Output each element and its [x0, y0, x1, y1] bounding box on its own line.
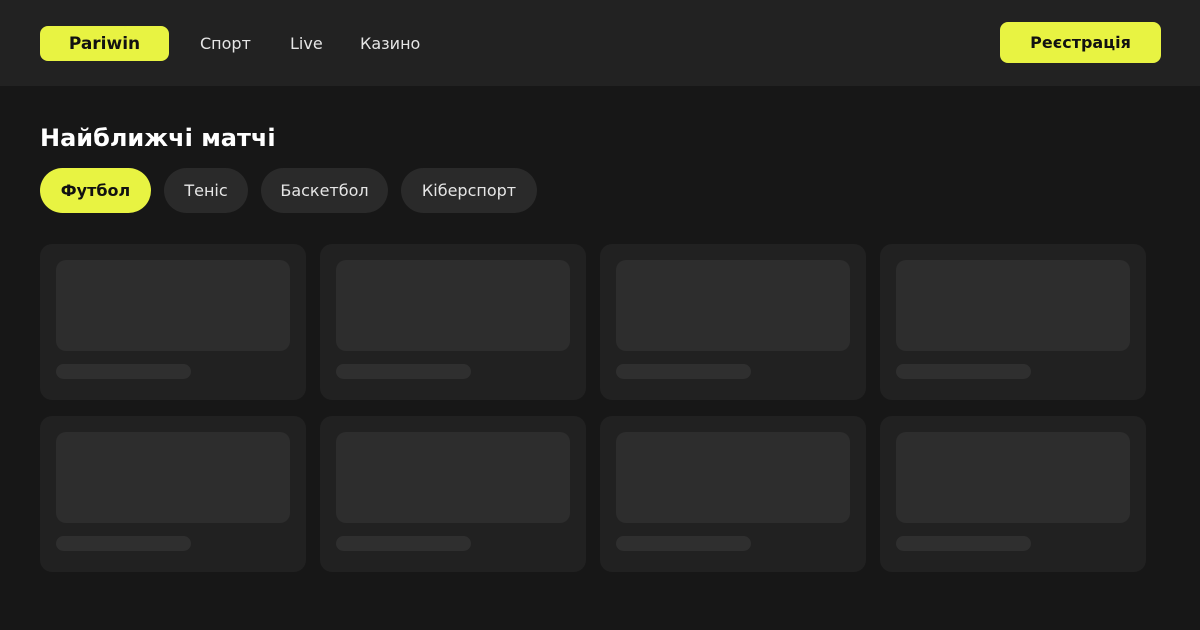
skeleton-text-line [336, 536, 471, 551]
top-header: Pariwin Спорт Live Казино Реєстрація [0, 0, 1200, 86]
match-card-skeleton [600, 244, 866, 400]
skeleton-text-line [616, 364, 751, 379]
skeleton-thumbnail [616, 260, 850, 351]
skeleton-text-line [336, 364, 471, 379]
skeleton-thumbnail [616, 432, 850, 523]
skeleton-thumbnail [896, 432, 1130, 523]
tab-esports[interactable]: Кіберспорт [401, 168, 537, 213]
tab-basketball[interactable]: Баскетбол [261, 168, 388, 213]
tab-tennis[interactable]: Теніс [164, 168, 248, 213]
skeleton-thumbnail [896, 260, 1130, 351]
match-card-skeleton [40, 416, 306, 572]
skeleton-text-line [896, 536, 1031, 551]
match-card-skeleton [40, 244, 306, 400]
section-title: Найближчі матчі [40, 124, 276, 152]
skeleton-text-line [616, 536, 751, 551]
nav-link-casino[interactable]: Казино [360, 34, 420, 53]
tab-football[interactable]: Футбол [40, 168, 151, 213]
skeleton-text-line [896, 364, 1031, 379]
skeleton-thumbnail [56, 432, 290, 523]
match-card-skeleton [600, 416, 866, 572]
match-cards-grid [40, 244, 1146, 572]
skeleton-thumbnail [336, 432, 570, 523]
match-card-skeleton [880, 416, 1146, 572]
match-card-skeleton [880, 244, 1146, 400]
skeleton-thumbnail [336, 260, 570, 351]
skeleton-thumbnail [56, 260, 290, 351]
match-card-skeleton [320, 416, 586, 572]
register-button[interactable]: Реєстрація [1000, 22, 1161, 63]
nav-link-live[interactable]: Live [290, 34, 323, 53]
page: Pariwin Спорт Live Казино Реєстрація Най… [0, 0, 1200, 630]
nav-link-sport[interactable]: Спорт [200, 34, 251, 53]
skeleton-text-line [56, 536, 191, 551]
skeleton-text-line [56, 364, 191, 379]
match-card-skeleton [320, 244, 586, 400]
